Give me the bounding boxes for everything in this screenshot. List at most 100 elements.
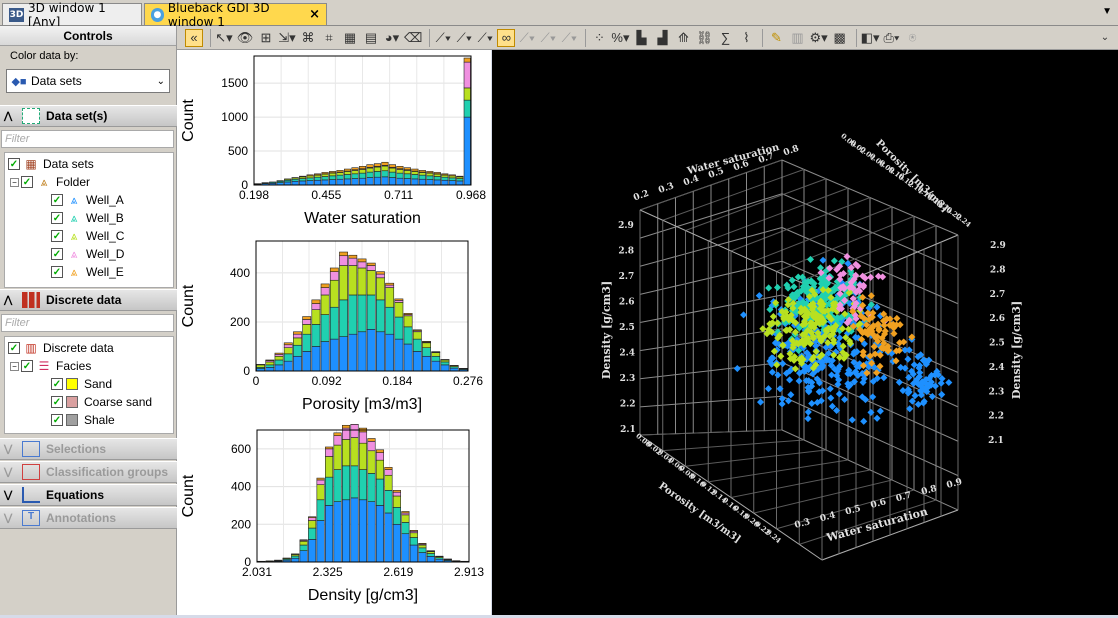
close-icon[interactable]: ×: [309, 7, 320, 22]
well-icon: ⩓: [66, 247, 82, 261]
histogram-bar-segment: [404, 168, 410, 170]
print-icon[interactable]: ⎙▾: [882, 29, 900, 47]
porosity-top-tick-label: 0.24: [954, 211, 973, 229]
histogram-bar-segment: [275, 365, 283, 371]
grid-line: [663, 440, 804, 451]
checkbox[interactable]: ✓: [51, 396, 63, 408]
color-by-select[interactable]: ◆■ Data sets ⌄: [6, 69, 170, 93]
export-icon[interactable]: ⇲▾: [278, 29, 296, 47]
tree-node-well-c[interactable]: ✓ ⩓ Well_C: [51, 227, 124, 245]
histogram-bar-segment: [322, 172, 328, 173]
checkbox[interactable]: ✓: [51, 414, 63, 426]
tree-node-well-b[interactable]: ✓ ⩓ Well_B: [51, 209, 124, 227]
histogram-bar-segment: [419, 175, 425, 179]
section-data-sets[interactable]: ⋀ Data set(s): [0, 105, 177, 127]
settings-gear-icon[interactable]: ⚙▾: [809, 29, 827, 47]
section-title: Annotations: [46, 511, 116, 525]
well-icon: ⩓: [66, 193, 82, 207]
tree-node-well-e[interactable]: ✓ ⩓ Well_E: [51, 263, 124, 281]
checkbox[interactable]: ✓: [51, 378, 63, 390]
layout-icon[interactable]: ▤: [362, 29, 380, 47]
histogram-bar-segment: [307, 178, 313, 181]
palette-icon[interactable]: ◕▾: [383, 29, 401, 47]
tree-node-sand[interactable]: ✓ Sand: [51, 375, 112, 393]
collapse-panel-icon[interactable]: «: [185, 29, 203, 47]
tree-node-shale[interactable]: ✓ Shale: [51, 411, 115, 429]
section-title: Data set(s): [46, 109, 107, 123]
scatter-point: [779, 360, 786, 367]
histogram-bar-segment: [404, 179, 410, 185]
discrete-data-filter-input[interactable]: Filter: [1, 314, 174, 332]
expander-icon[interactable]: −: [10, 178, 19, 187]
window-options-icon[interactable]: ◧▾: [861, 29, 880, 47]
tab-blueback-gdi-3d-window[interactable]: ● Blueback GDI 3D window 1 ×: [144, 3, 327, 25]
stats-icon[interactable]: ∑: [716, 29, 734, 47]
tree-node-data-sets[interactable]: ✓ ▦ Data sets: [8, 155, 94, 173]
line-fit-3-icon[interactable]: ⟋▾: [476, 29, 494, 47]
checkbox[interactable]: ✓: [51, 266, 63, 278]
trend-icon[interactable]: ⟰: [674, 29, 692, 47]
histogram-bar-segment: [300, 540, 307, 541]
histogram-bar-segment: [427, 180, 433, 185]
tree-node-folder[interactable]: − ✓ ⩓ Folder: [10, 173, 90, 191]
select-pointer-icon[interactable]: ↖▾: [215, 29, 233, 47]
selections-icon: [22, 441, 40, 457]
percent-icon[interactable]: %▾: [611, 29, 629, 47]
pencil-icon[interactable]: ✎: [767, 29, 785, 47]
scatter-icon[interactable]: ⁘: [590, 29, 608, 47]
line-fit-2-icon[interactable]: ⟋▾: [455, 29, 473, 47]
axes-icon[interactable]: ⌗: [320, 29, 338, 47]
eraser-icon[interactable]: ⌫: [404, 29, 422, 47]
grid-icon[interactable]: ▦: [341, 29, 359, 47]
section-discrete-data[interactable]: ⋀ Discrete data: [0, 289, 177, 311]
view-eye-icon[interactable]: 👁: [236, 29, 254, 47]
histogram-bar-segment: [374, 171, 380, 177]
histogram-bar-segment: [329, 173, 335, 176]
link-views-icon[interactable]: ∞: [497, 29, 515, 47]
scatter-point: [860, 418, 867, 425]
data-sets-filter-input[interactable]: Filter: [1, 130, 174, 148]
tree-node-well-d[interactable]: ✓ ⩓ Well_D: [51, 245, 124, 263]
section-selections[interactable]: ⋁ Selections: [0, 438, 177, 460]
histogram-panel: 0500100015000.1980.4550.7110.968Water sa…: [177, 50, 491, 615]
histogram-icon[interactable]: ▙: [632, 29, 650, 47]
density-right-tick-label: 2.7: [990, 290, 1006, 300]
line-fit-icon[interactable]: ⟋▾: [434, 29, 452, 47]
histogram-bar-segment: [449, 175, 455, 176]
tree-node-facies[interactable]: − ✓ ☰ Facies: [10, 357, 91, 375]
tree-node-coarse-sand[interactable]: ✓ Coarse sand: [51, 393, 152, 411]
tab-list-dropdown-icon[interactable]: ▼: [1102, 6, 1112, 17]
3d-crossplot-view[interactable]: 0.20.30.40.50.60.70.82.92.82.72.62.52.42…: [492, 50, 1118, 615]
histogram-bar-segment: [307, 181, 313, 185]
link-nodes-icon[interactable]: ⌘: [299, 29, 317, 47]
scatter-point: [827, 395, 834, 402]
checkbox[interactable]: ✓: [51, 230, 63, 242]
checkbox[interactable]: ✓: [51, 194, 63, 206]
report-icon[interactable]: ▩: [831, 29, 849, 47]
histogram-bar-segment: [325, 447, 332, 449]
checkbox[interactable]: ✓: [21, 360, 33, 372]
checkbox[interactable]: ✓: [51, 212, 63, 224]
section-annotations[interactable]: ⋁ T Annotations: [0, 507, 177, 529]
checkbox[interactable]: ✓: [8, 158, 20, 170]
3d-scatter-plot[interactable]: 0.20.30.40.50.60.70.82.92.82.72.62.52.42…: [492, 50, 1118, 615]
section-equations[interactable]: ⋁ Equations: [0, 484, 177, 506]
porosity-top-axis-label: Porosity [m3/m3]: [873, 138, 950, 215]
zoom-window-icon[interactable]: ⊞: [257, 29, 275, 47]
tab-3d-window-1[interactable]: 3D 3D window 1 [Any]: [2, 3, 142, 25]
chain-icon[interactable]: ⛓: [695, 29, 713, 47]
histogram-bar-segment: [395, 299, 403, 300]
section-classification-groups[interactable]: ⋁ Classification groups: [0, 461, 177, 483]
tree-node-discrete-data[interactable]: ✓ ▥ Discrete data: [8, 339, 114, 357]
chart-settings-icon[interactable]: ⌇: [737, 29, 755, 47]
checkbox[interactable]: ✓: [51, 248, 63, 260]
histogram-bar-segment: [404, 344, 412, 371]
scatter-point: [843, 253, 850, 260]
checkbox[interactable]: ✓: [8, 342, 20, 354]
overflow-chevron-icon[interactable]: ⌄: [1096, 29, 1114, 47]
histogram-bar-segment: [292, 179, 298, 181]
expander-icon[interactable]: −: [10, 362, 19, 371]
tree-node-well-a[interactable]: ✓ ⩓ Well_A: [51, 191, 124, 209]
checkbox[interactable]: ✓: [21, 176, 33, 188]
bar-chart-icon[interactable]: ▟: [653, 29, 671, 47]
